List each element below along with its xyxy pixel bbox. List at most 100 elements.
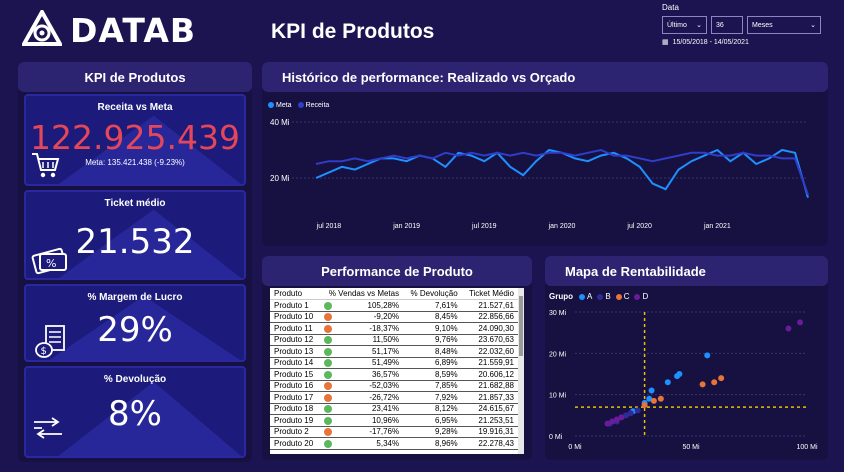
legend-label: Meta [276, 102, 292, 109]
legend-dot [615, 293, 622, 300]
column-header[interactable]: % Devolução [403, 288, 462, 300]
date-count-input[interactable]: 36 [711, 16, 743, 34]
table-cell: 21.682,88 [461, 380, 518, 392]
table-cell: 51,17% [320, 345, 404, 358]
scatter-point-c[interactable] [718, 375, 725, 382]
calendar-icon[interactable]: ▦ [662, 38, 669, 46]
table-cell: 23,41% [320, 403, 404, 415]
cell-text: 5,34% [376, 438, 400, 448]
table-cell: 8,45% [403, 311, 462, 323]
status-indicator-icon [324, 347, 333, 356]
table-row[interactable]: Produto 13 51,17% 8,48% 22.032,60 [270, 345, 518, 358]
tickets-icon: % [31, 247, 67, 275]
cell-text: 24.615,67 [478, 404, 514, 414]
kpi-card-devolucao[interactable]: % Devolução 8% [24, 366, 246, 458]
rentabilidade-scatter-chart[interactable]: 0 Mi 10 Mi 20 Mi 30 Mi 0 Mi 50 Mi 100 Mi [545, 300, 828, 460]
cell-text: 24.090,30 [478, 323, 514, 333]
date-mode-select[interactable]: Último ⌄ [662, 16, 707, 34]
scatter-point-d[interactable] [785, 325, 792, 332]
table-row[interactable]: Produto 18 23,41% 8,12% 24.615,67 [270, 403, 518, 415]
table-cell: Produto 16 [270, 380, 321, 392]
status-indicator-icon [324, 313, 333, 322]
cell-text: Produto 15 [274, 369, 314, 379]
table-row[interactable]: Produto 1 105,28% 7,61% 21.527,61 [270, 299, 518, 312]
kpi-title: Ticket médio [104, 198, 166, 209]
column-header[interactable]: Produto [270, 288, 321, 300]
date-unit-select[interactable]: Meses ⌄ [747, 16, 821, 34]
money-icon: $ [35, 325, 65, 358]
cell-text: 10,96% [371, 415, 400, 425]
cell-text: Produto 17 [274, 392, 314, 402]
table-cell: -18,37% [320, 322, 404, 335]
date-range-text: 15/05/2018 - 14/05/2021 [672, 38, 749, 46]
kpi-card-margem[interactable]: % Margem de Lucro 29% $ [24, 284, 246, 362]
scatter-point-c[interactable] [650, 397, 657, 404]
legend-item-receita[interactable]: Receita [297, 102, 329, 109]
table-row[interactable]: Produto 15 36,57% 8,59% 20.606,12 [270, 368, 518, 381]
table-row[interactable]: Produto 17 -26,72% 7,92% 21.857,33 [270, 391, 518, 404]
scatter-point-a[interactable] [664, 379, 671, 386]
scatter-point-d[interactable] [618, 414, 625, 421]
series-line-receita[interactable] [315, 148, 809, 196]
table-row[interactable]: Produto 2 -17,76% 9,28% 19.916,31 [270, 426, 518, 438]
cell-text: 9,76% [434, 335, 458, 345]
cell-text: Produto 12 [274, 335, 314, 345]
legend-dot [579, 293, 585, 300]
svg-text:%: % [46, 257, 56, 270]
x-tick-label: jan 2019 [392, 223, 420, 230]
scatter-point-b[interactable] [634, 407, 641, 414]
table-cell: 21.527,61 [461, 299, 518, 312]
table-row[interactable]: Produto 19 10,96% 6,95% 21.253,51 [270, 414, 518, 427]
legend-item-meta[interactable]: Meta [268, 102, 292, 109]
cell-text: -26,72% [369, 392, 400, 402]
cell-text: 8,12% [434, 404, 458, 414]
scatter-point-c[interactable] [657, 395, 664, 402]
table-cell: 10,96% [320, 414, 404, 427]
table-row[interactable]: Produto 20 5,34% 8,96% 22.278,43 [270, 437, 518, 450]
table-cell: Produto 20 [270, 437, 321, 450]
cell-text: 7,85% [434, 381, 458, 391]
scrollbar-thumb[interactable] [519, 296, 523, 356]
x-tick-label: jan 2021 [703, 223, 731, 230]
cell-text: 36,57% [371, 369, 400, 379]
cell-text: 6,89% [434, 358, 458, 368]
y-tick-label: 0 Mi [549, 434, 563, 441]
table-cell: 21.857,33 [461, 391, 518, 404]
table-cell: 11,50% [320, 334, 404, 346]
scatter-point-c[interactable] [699, 381, 706, 388]
scatter-point-b[interactable] [627, 410, 634, 417]
cell-text: Produto 10 [274, 312, 314, 322]
column-header[interactable]: Ticket Médio [461, 288, 518, 300]
history-legend: Meta Receita [268, 102, 329, 109]
cell-text: Produto 18 [274, 404, 314, 414]
scatter-point-a[interactable] [648, 387, 655, 394]
table-row[interactable]: Produto 16 -52,03% 7,85% 21.682,88 [270, 380, 518, 392]
table-row[interactable]: Produto 14 51,49% 6,89% 21.559,91 [270, 357, 518, 369]
table-cell: -26,72% [320, 391, 404, 404]
scatter-point-c[interactable] [711, 379, 718, 386]
table-row[interactable]: Produto 11 -18,37% 9,10% 24.090,30 [270, 322, 518, 335]
cell-text: 51,17% [371, 346, 400, 356]
table-row[interactable]: Produto 12 11,50% 9,76% 23.670,63 [270, 334, 518, 346]
scatter-point-c[interactable] [641, 402, 648, 408]
table-cell: 9,10% [403, 322, 462, 335]
column-header[interactable]: % Vendas vs Metas [320, 288, 404, 300]
table-cell: 22.032,60 [461, 345, 518, 358]
scatter-point-d[interactable] [797, 319, 804, 326]
table-scrollbar[interactable] [518, 288, 524, 454]
table-cell: 24.090,30 [461, 322, 518, 335]
history-line-chart[interactable]: 20 Mi 40 Mi jul 2018 jan 2019 jul 2019 jan 20… [262, 110, 828, 236]
kpi-card-ticket[interactable]: Ticket médio 21.532 % [24, 190, 246, 280]
x-tick-label: jul 2018 [316, 223, 342, 230]
logo: DATAB [22, 10, 196, 50]
kpi-card-receita[interactable]: Receita vs Meta 122.925.439 Meta: 135.42… [24, 94, 246, 186]
table-row[interactable]: Produto 10 -9,20% 8,45% 22.856,66 [270, 311, 518, 323]
cell-text: 21.857,33 [478, 392, 514, 402]
scatter-point-a[interactable] [704, 352, 711, 359]
x-tick-label: jul 2019 [471, 223, 497, 230]
table-cell: 6,95% [403, 414, 462, 427]
table-cell: 7,85% [403, 380, 462, 392]
table-cell: Produto 2 [270, 426, 321, 438]
scatter-point-a[interactable] [676, 371, 683, 377]
cell-text: Produto 2 [274, 427, 309, 437]
